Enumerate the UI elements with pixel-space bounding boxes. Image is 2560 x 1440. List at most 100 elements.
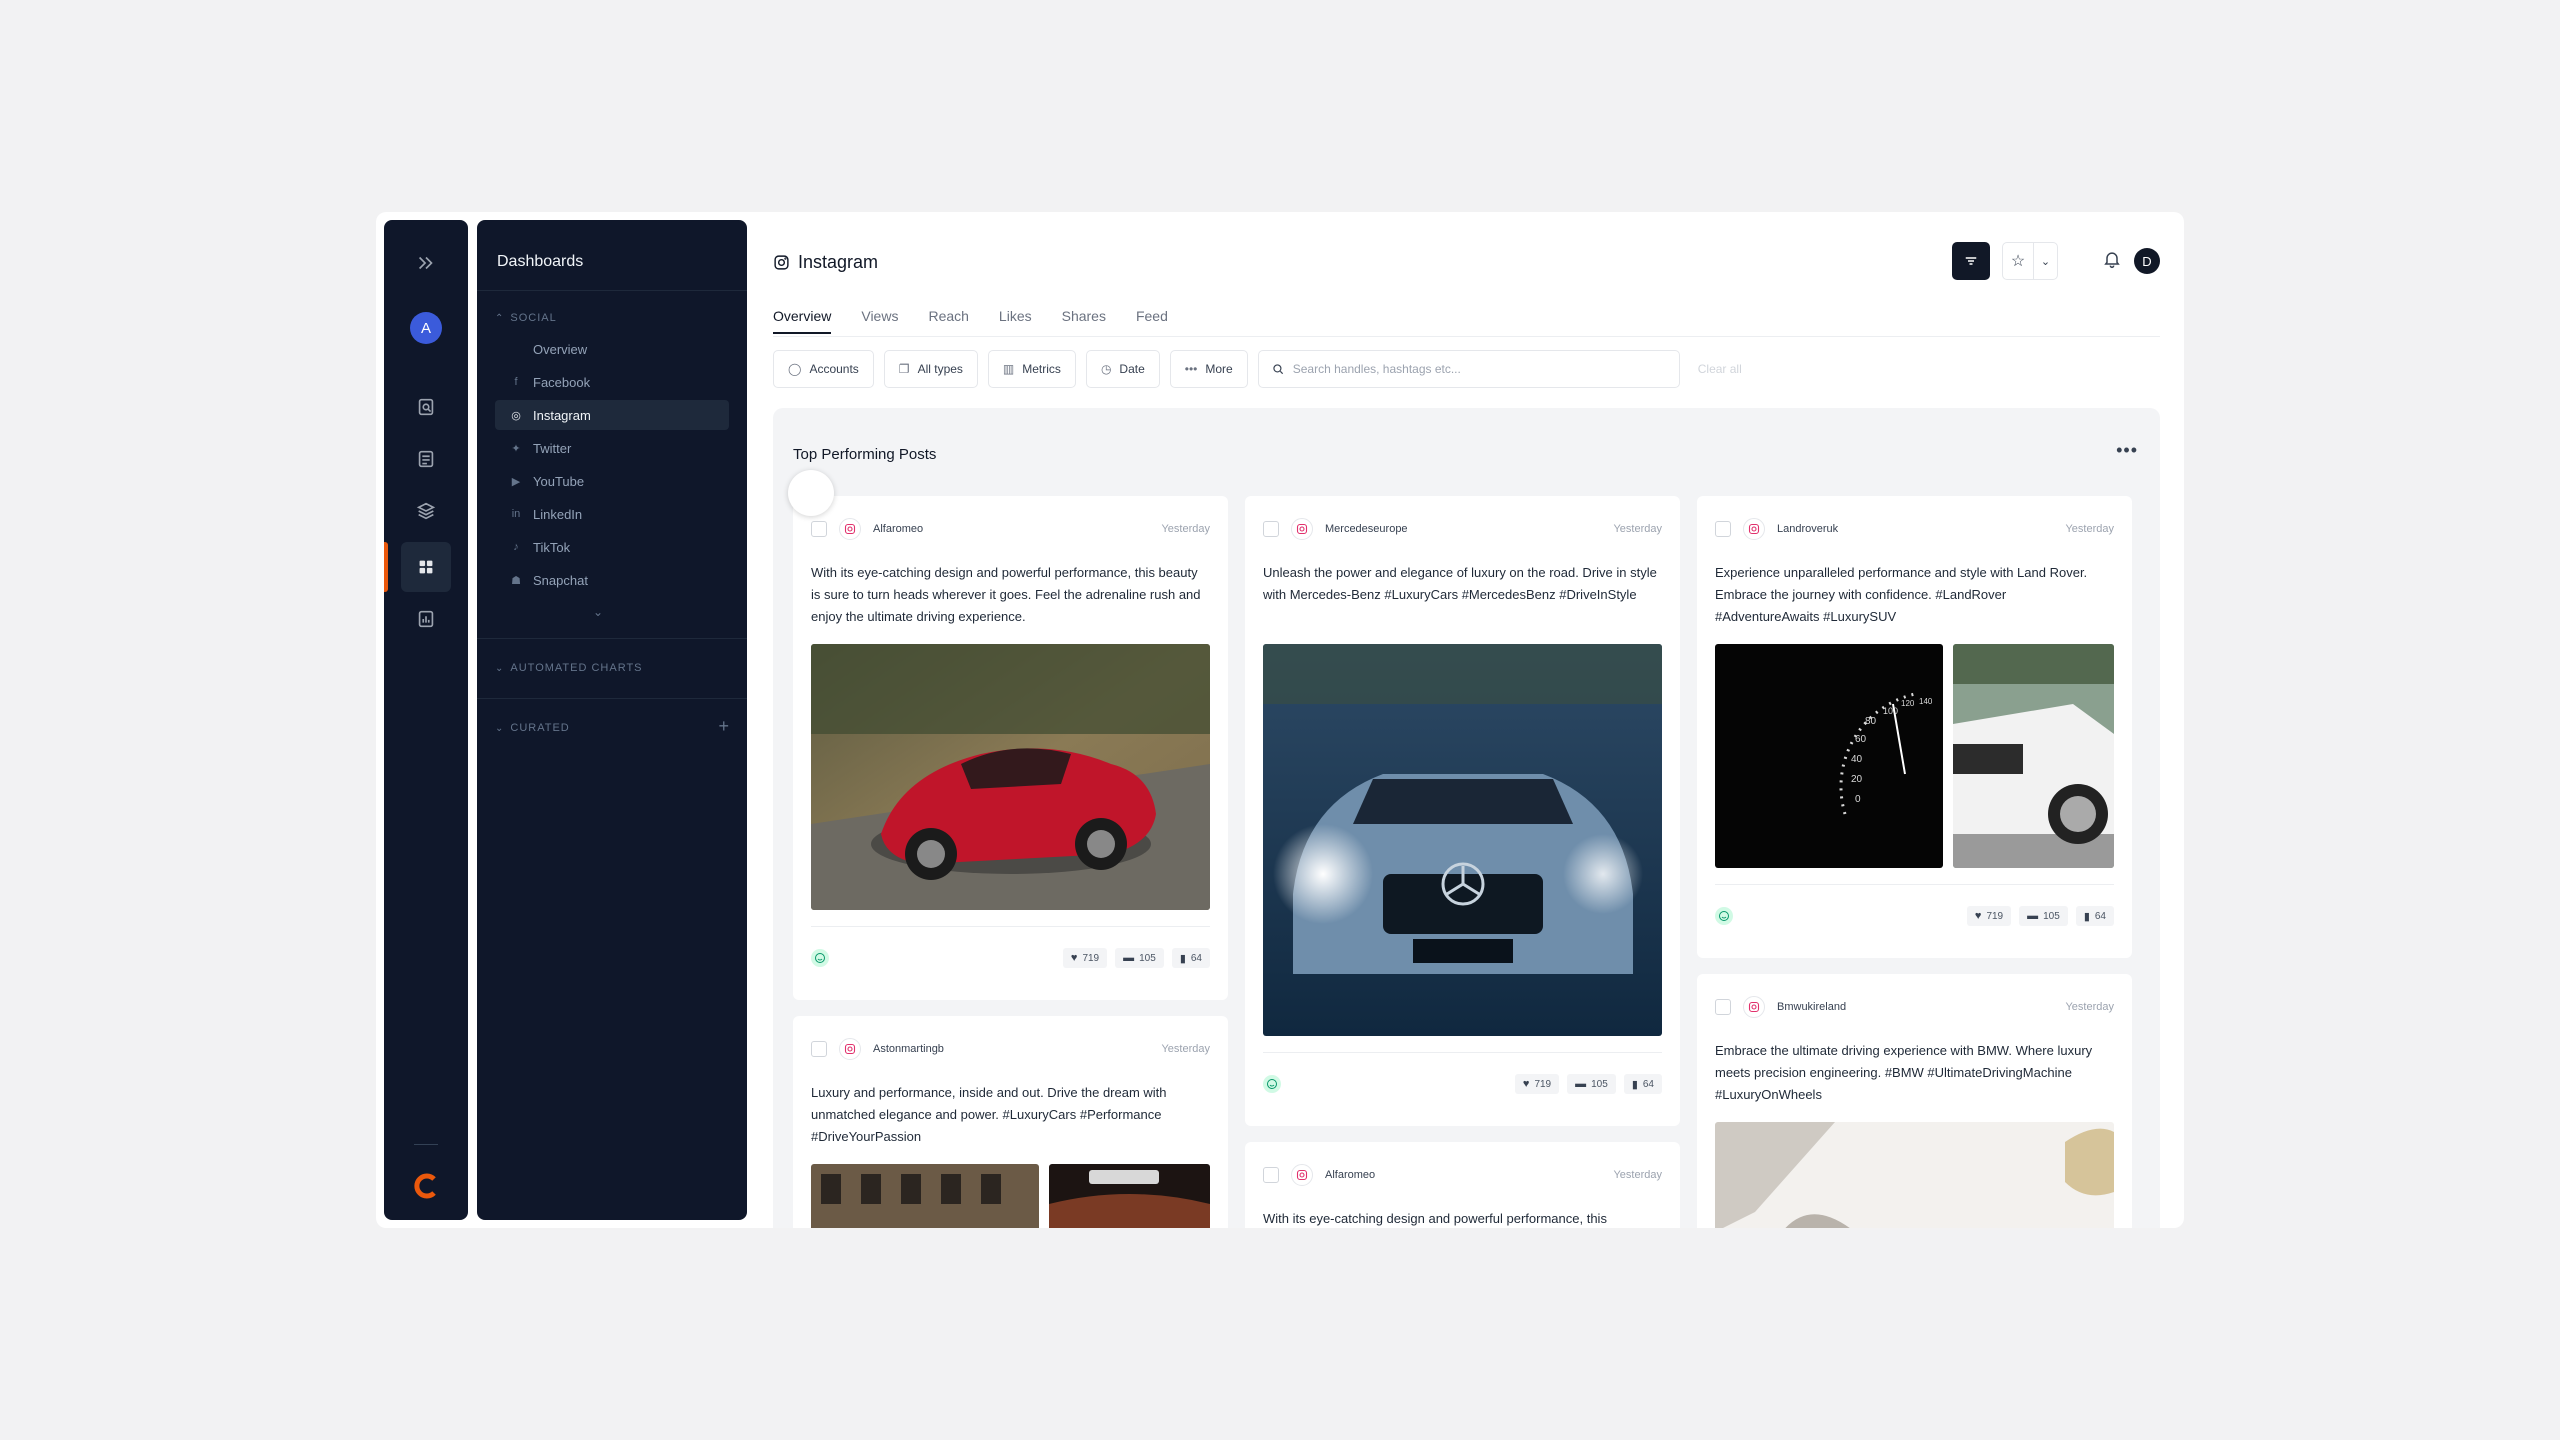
post-card[interactable]: Bmwukireland Yesterday Embrace the ultim… [1697,974,2132,1228]
clear-all-button[interactable]: Clear all [1698,362,1742,376]
accounts-filter-button[interactable]: ◯ Accounts [773,350,874,388]
add-curated-icon[interactable]: + [718,716,729,737]
post-caption: Unleash the power and elegance of luxury… [1263,565,1657,602]
chevron-up-icon: ⌃ [495,312,505,324]
select-checkbox[interactable] [1263,1167,1279,1183]
sidebar-item-youtube[interactable]: ▶ YouTube [495,466,729,496]
sentiment-positive-icon [1263,1075,1281,1093]
more-options-icon[interactable]: ••• [2116,440,2138,461]
post-card[interactable]: Landroveruk Yesterday Experience unparal… [1697,496,2132,958]
select-checkbox[interactable] [1715,521,1731,537]
post-card[interactable]: Astonmartingb Yesterday Luxury and perfo… [793,1016,1228,1228]
post-account[interactable]: Alfaromeo [873,523,923,535]
post-image-range-rover[interactable] [1953,644,2114,868]
comment-icon: ▬ [1123,952,1135,964]
tab-shares[interactable]: Shares [1062,308,1106,334]
top-posts-board: Top Performing Posts ••• Alfaromeo Yeste… [773,408,2160,1228]
select-checkbox[interactable] [811,521,827,537]
heart-icon: ♥ [1974,910,1982,922]
post-header: Alfaromeo Yesterday [1263,1164,1662,1186]
tiktok-icon: ♪ [513,541,519,553]
heart-icon: ♥ [1522,1078,1530,1090]
analytics-icon[interactable] [401,594,451,644]
post-image-speedometer[interactable]: 0 20 40 60 80 100 120 140 [1715,644,1943,868]
sidebar-item-overview[interactable]: Overview [495,334,729,364]
user-icon: ◯ [788,362,802,376]
post-image-bmw-interior[interactable] [1715,1122,2114,1228]
chevron-down-icon[interactable]: ⌄ [593,605,603,619]
facebook-icon: f [514,376,518,388]
section-social[interactable]: ⌃ SOCIAL [495,312,557,324]
tab-overview[interactable]: Overview [773,308,832,334]
post-card[interactable]: Alfaromeo Yesterday With its eye-catchin… [1245,1142,1680,1228]
star-icon[interactable]: ☆ [2003,243,2033,279]
instagram-icon: ◎ [511,409,521,422]
post-image-car-interior[interactable] [1049,1164,1210,1228]
sidebar-item-twitter[interactable]: ✦ Twitter [495,433,729,463]
post-image-mercedes[interactable] [1263,644,1662,1036]
expand-icon[interactable] [401,238,451,288]
tab-feed[interactable]: Feed [1136,308,1168,334]
page-title: Instagram [773,252,878,273]
sidebar-item-tiktok[interactable]: ♪ TikTok [495,532,729,562]
sidebar-item-facebook[interactable]: f Facebook [495,367,729,397]
linkedin-icon: in [511,508,521,520]
tab-reach[interactable]: Reach [928,308,968,334]
filter-button[interactable] [1952,242,1990,280]
favorite-dropdown[interactable]: ☆ ⌄ [2002,242,2058,280]
date-filter-button[interactable]: ◷ Date [1085,350,1160,388]
bookmark-icon: ▮ [1179,952,1186,965]
layers-icon[interactable] [401,486,451,536]
speedometer-tick: 60 [1855,734,1867,745]
tab-likes[interactable]: Likes [999,308,1032,334]
dashboard-icon[interactable] [401,542,451,592]
notification-bell-icon[interactable] [2102,249,2122,274]
comments-stat: ▬ 105 [1115,948,1164,968]
more-filter-button[interactable]: ••• More [1169,350,1248,388]
sidebar-item-linkedin[interactable]: in LinkedIn [495,499,729,529]
post-account[interactable]: Landroveruk [1777,523,1838,535]
chevron-down-icon[interactable]: ⌄ [2033,243,2057,279]
post-header: Bmwukireland Yesterday [1715,996,2114,1018]
header-actions: ☆ ⌄ D [1952,242,2160,280]
post-time: Yesterday [1161,1043,1210,1055]
post-caption: Luxury and performance, inside and out. … [811,1085,1167,1144]
dashboards-sidebar: Dashboards ⌃ SOCIAL Overview f Facebook … [477,220,747,1220]
search-input[interactable]: Search handles, hashtags etc... [1257,350,1680,388]
metrics-filter-button[interactable]: ▥ Metrics [987,350,1076,388]
sidebar-item-instagram[interactable]: ◎ Instagram [495,400,729,430]
reports-icon[interactable] [401,434,451,484]
post-account[interactable]: Astonmartingb [873,1043,944,1055]
copy-icon: ❐ [898,362,910,376]
speedometer-tick: 80 [1865,716,1877,727]
post-account[interactable]: Alfaromeo [1325,1169,1375,1181]
post-account[interactable]: Mercedeseurope [1325,523,1408,535]
user-avatar[interactable]: D [2134,248,2160,274]
post-image-red-sportscar[interactable] [811,644,1210,910]
workspace-avatar[interactable]: A [410,312,442,344]
post-header: Alfaromeo Yesterday [811,518,1210,540]
tab-views[interactable]: Views [861,308,898,334]
youtube-icon: ▶ [511,475,521,488]
select-checkbox[interactable] [1263,521,1279,537]
post-header: Astonmartingb Yesterday [811,1038,1210,1060]
social-listening-icon[interactable] [401,382,451,432]
post-caption: Experience unparalleled performance and … [1715,565,2088,624]
bar-chart-icon: ▥ [1002,362,1015,376]
select-checkbox[interactable] [811,1041,827,1057]
post-time: Yesterday [1613,523,1662,535]
likes-stat: ♥ 719 [1062,948,1108,968]
types-filter-button[interactable]: ❐ All types [883,350,978,388]
section-curated[interactable]: ⌄ CURATED [495,722,570,734]
post-card[interactable]: Alfaromeo Yesterday With its eye-catchin… [793,496,1228,1000]
comments-stat: ▬ 105 [2019,906,2068,926]
select-checkbox[interactable] [1715,999,1731,1015]
sidebar-item-snapchat[interactable]: ☗ Snapchat [495,565,729,595]
likes-stat: ♥ 719 [1966,906,2012,926]
post-account[interactable]: Bmwukireland [1777,1001,1846,1013]
chevron-down-icon: ⌄ [495,722,505,734]
post-image-building[interactable] [811,1164,1039,1228]
post-card[interactable]: Mercedeseurope Yesterday Unleash the pow… [1245,496,1680,1126]
section-automated-charts[interactable]: ⌄ AUTOMATED CHARTS [495,662,643,674]
saves-stat: ▮ 64 [2075,906,2114,926]
